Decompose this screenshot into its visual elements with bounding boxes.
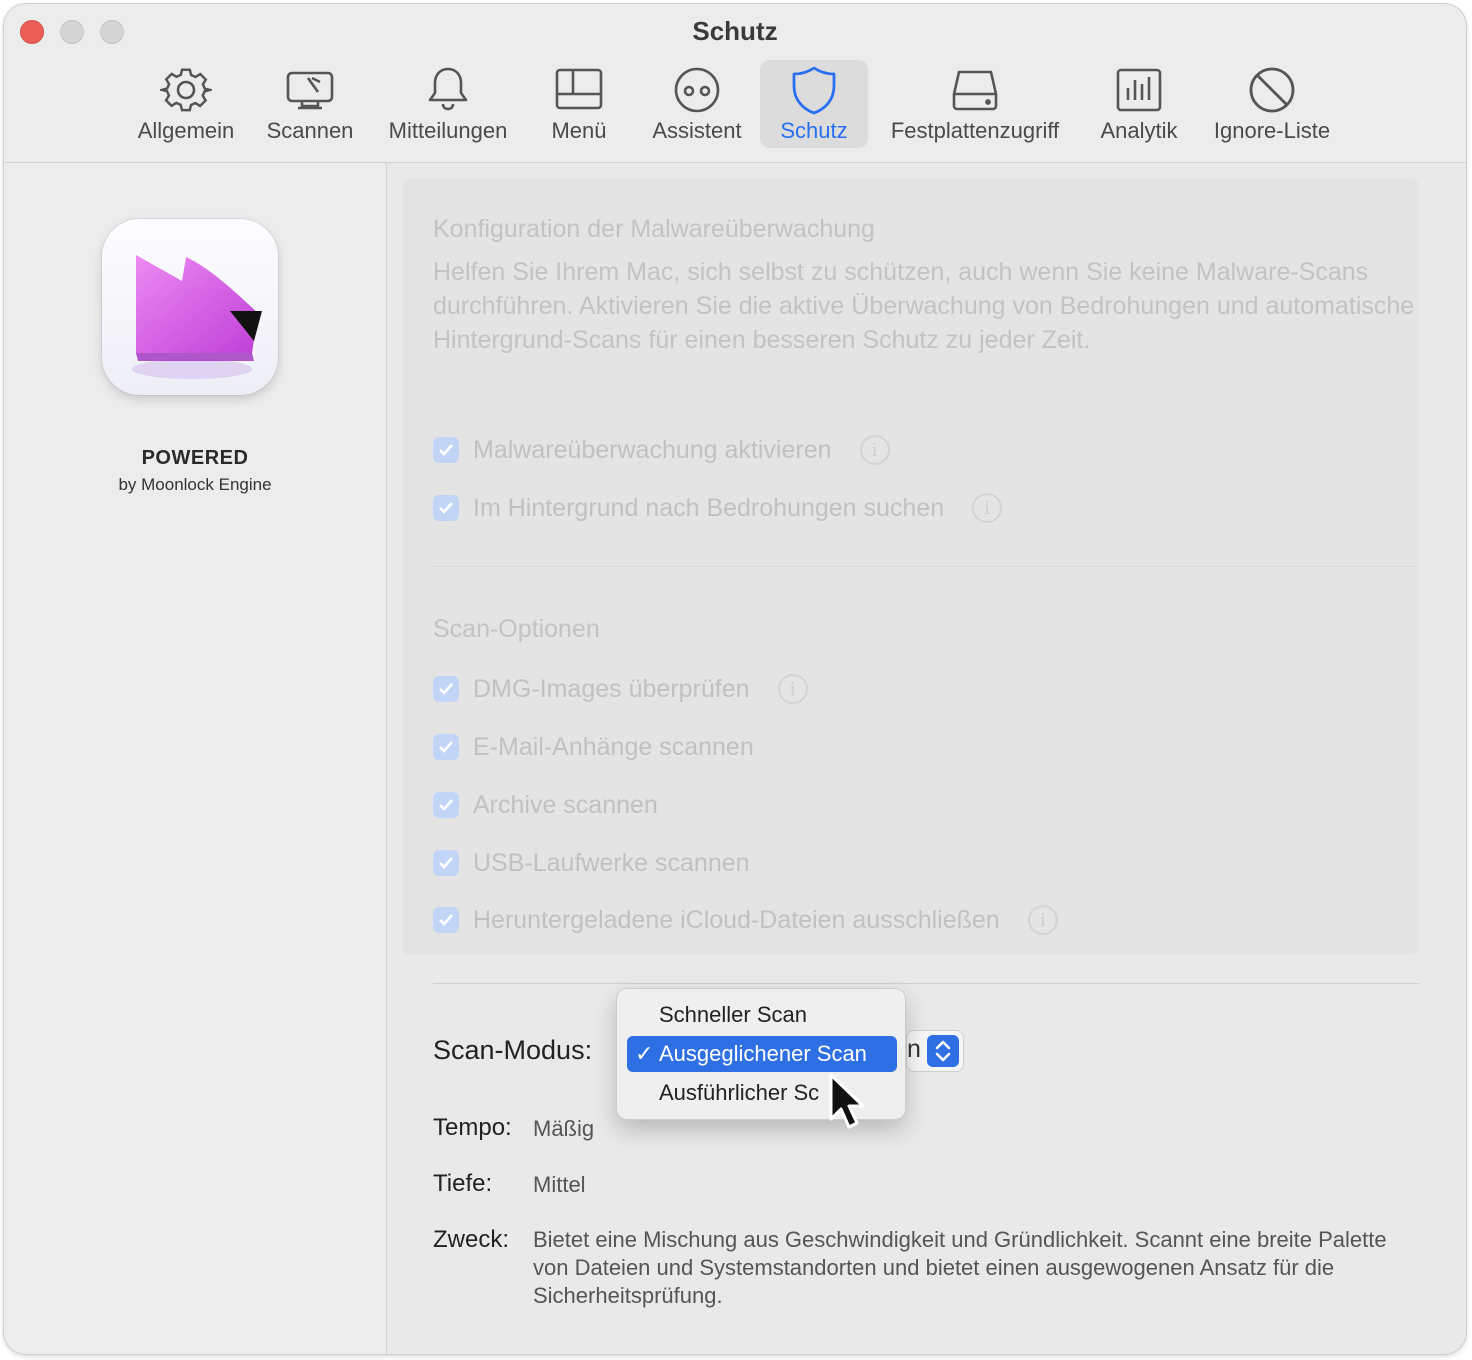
checkmark-icon xyxy=(439,741,453,753)
tab-label: Ignore-Liste xyxy=(1213,118,1331,143)
divider xyxy=(433,566,1419,567)
info-icon[interactable]: i xyxy=(859,435,890,465)
mouse-pointer-icon xyxy=(829,1073,865,1129)
option-label: Archive scannen xyxy=(473,790,658,819)
checkbox[interactable] xyxy=(433,734,459,760)
toolbar: Schutz Allgemein Scannen Mitteilungen Me… xyxy=(4,4,1466,163)
preferences-window: Schutz Allgemein Scannen Mitteilungen Me… xyxy=(4,4,1466,1354)
tab-label: Analytik xyxy=(1100,118,1178,143)
menu-item-label: Ausführlicher Sc xyxy=(659,1080,820,1105)
monitor-scan-icon xyxy=(286,71,334,110)
option-dmg-images[interactable]: DMG-Images überprüfen i xyxy=(433,672,808,706)
option-background-scan[interactable]: Im Hintergrund nach Bedrohungen suchen i xyxy=(433,491,1003,525)
tab-label: Schutz xyxy=(780,118,848,143)
tempo-value: Mäßig xyxy=(533,1116,595,1141)
checkbox[interactable] xyxy=(433,437,459,463)
tab-label: Mitteilungen xyxy=(388,118,508,143)
assistant-eyes-icon xyxy=(674,67,720,113)
checkmark-icon xyxy=(439,444,453,456)
info-icon[interactable]: i xyxy=(972,493,1003,523)
scan-mode-popup-button[interactable]: n xyxy=(907,1031,963,1071)
window-title: Schutz xyxy=(692,16,778,46)
tab-label: Assistent xyxy=(652,118,742,143)
tab-label: Allgemein xyxy=(137,118,235,143)
powered-label: POWERED xyxy=(141,447,249,469)
tab-ignore-liste[interactable]: Ignore-Liste xyxy=(1204,60,1340,148)
main-panel: Konfiguration der Malwareüberwachung Hel… xyxy=(387,163,1466,1354)
menu-item-quick-scan[interactable]: Schneller Scan xyxy=(627,997,897,1033)
checkmark-icon: ✓ xyxy=(635,1041,654,1066)
engine-label: by Moonlock Engine xyxy=(118,475,272,494)
tab-menu[interactable]: Menü xyxy=(536,60,622,148)
depth-value: Mittel xyxy=(533,1172,586,1197)
option-label: DMG-Images überprüfen xyxy=(473,674,750,703)
gear-icon xyxy=(160,68,212,112)
option-usb-drives[interactable]: USB-Laufwerke scannen xyxy=(433,846,750,880)
checkbox[interactable] xyxy=(433,676,459,702)
menu-item-label: Ausgeglichener Scan xyxy=(659,1041,867,1066)
disk-icon xyxy=(952,70,998,111)
chart-icon xyxy=(1116,68,1162,112)
monitoring-description: Helfen Sie Ihrem Mac, sich selbst zu sch… xyxy=(433,258,1415,354)
checkmark-icon xyxy=(439,799,453,811)
moonlock-app-icon xyxy=(102,219,278,395)
tab-label: Menü xyxy=(551,118,607,143)
purpose-label: Zweck: xyxy=(433,1226,510,1253)
checkbox[interactable] xyxy=(433,907,459,933)
option-label: USB-Laufwerke scannen xyxy=(473,848,750,877)
tab-allgemein[interactable]: Allgemein xyxy=(132,60,240,148)
checkmark-icon xyxy=(439,857,453,869)
tab-assistent[interactable]: Assistent xyxy=(642,60,752,148)
divider xyxy=(433,983,1419,984)
tab-mitteilungen[interactable]: Mitteilungen xyxy=(380,60,516,148)
checkbox[interactable] xyxy=(433,792,459,818)
stepper-icon[interactable] xyxy=(927,1035,959,1067)
option-label: E-Mail-Anhänge scannen xyxy=(473,732,754,761)
checkmark-icon xyxy=(439,502,453,514)
tempo-label: Tempo: xyxy=(433,1114,512,1141)
bell-icon xyxy=(428,67,468,111)
shield-icon xyxy=(792,66,836,115)
menu-item-label: Schneller Scan xyxy=(659,1002,807,1027)
tab-label: Festplattenzugriff xyxy=(890,118,1060,143)
scan-mode-label: Scan-Modus: xyxy=(433,1035,593,1065)
popup-button-text: n xyxy=(907,1035,921,1063)
menu-layout-icon xyxy=(555,68,603,110)
info-icon[interactable]: i xyxy=(1027,905,1058,935)
sidebar: POWERED by Moonlock Engine xyxy=(4,163,387,1354)
tab-festplattenzugriff[interactable]: Festplattenzugriff xyxy=(880,60,1070,148)
checkbox[interactable] xyxy=(433,495,459,521)
tab-scannen[interactable]: Scannen xyxy=(260,60,360,148)
checkbox[interactable] xyxy=(433,850,459,876)
block-icon xyxy=(1249,67,1295,113)
menu-item-balanced-scan[interactable]: ✓ Ausgeglichener Scan xyxy=(627,1036,897,1072)
purpose-value: Bietet eine Mischung aus Geschwindigkeit… xyxy=(533,1227,1387,1308)
option-email-attachments[interactable]: E-Mail-Anhänge scannen xyxy=(433,730,754,764)
monitoring-section-title: Konfiguration der Malwareüberwachung xyxy=(433,215,875,243)
depth-label: Tiefe: xyxy=(433,1170,493,1197)
option-label: Heruntergeladene iCloud-Dateien ausschli… xyxy=(473,905,1000,934)
tab-label: Scannen xyxy=(266,118,354,143)
checkmark-icon xyxy=(439,914,453,926)
option-label: Im Hintergrund nach Bedrohungen suchen xyxy=(473,493,945,522)
option-label: Malwareüberwachung aktivieren xyxy=(473,435,832,464)
option-archives[interactable]: Archive scannen xyxy=(433,788,658,822)
option-exclude-icloud[interactable]: Heruntergeladene iCloud-Dateien ausschli… xyxy=(433,903,1058,937)
tab-analytik[interactable]: Analytik xyxy=(1094,60,1184,148)
tab-schutz[interactable]: Schutz xyxy=(760,60,868,148)
info-icon[interactable]: i xyxy=(777,674,808,704)
scan-options-title: Scan-Optionen xyxy=(433,615,600,643)
checkmark-icon xyxy=(439,683,453,695)
option-malware-monitoring[interactable]: Malwareüberwachung aktivieren i xyxy=(433,433,890,467)
